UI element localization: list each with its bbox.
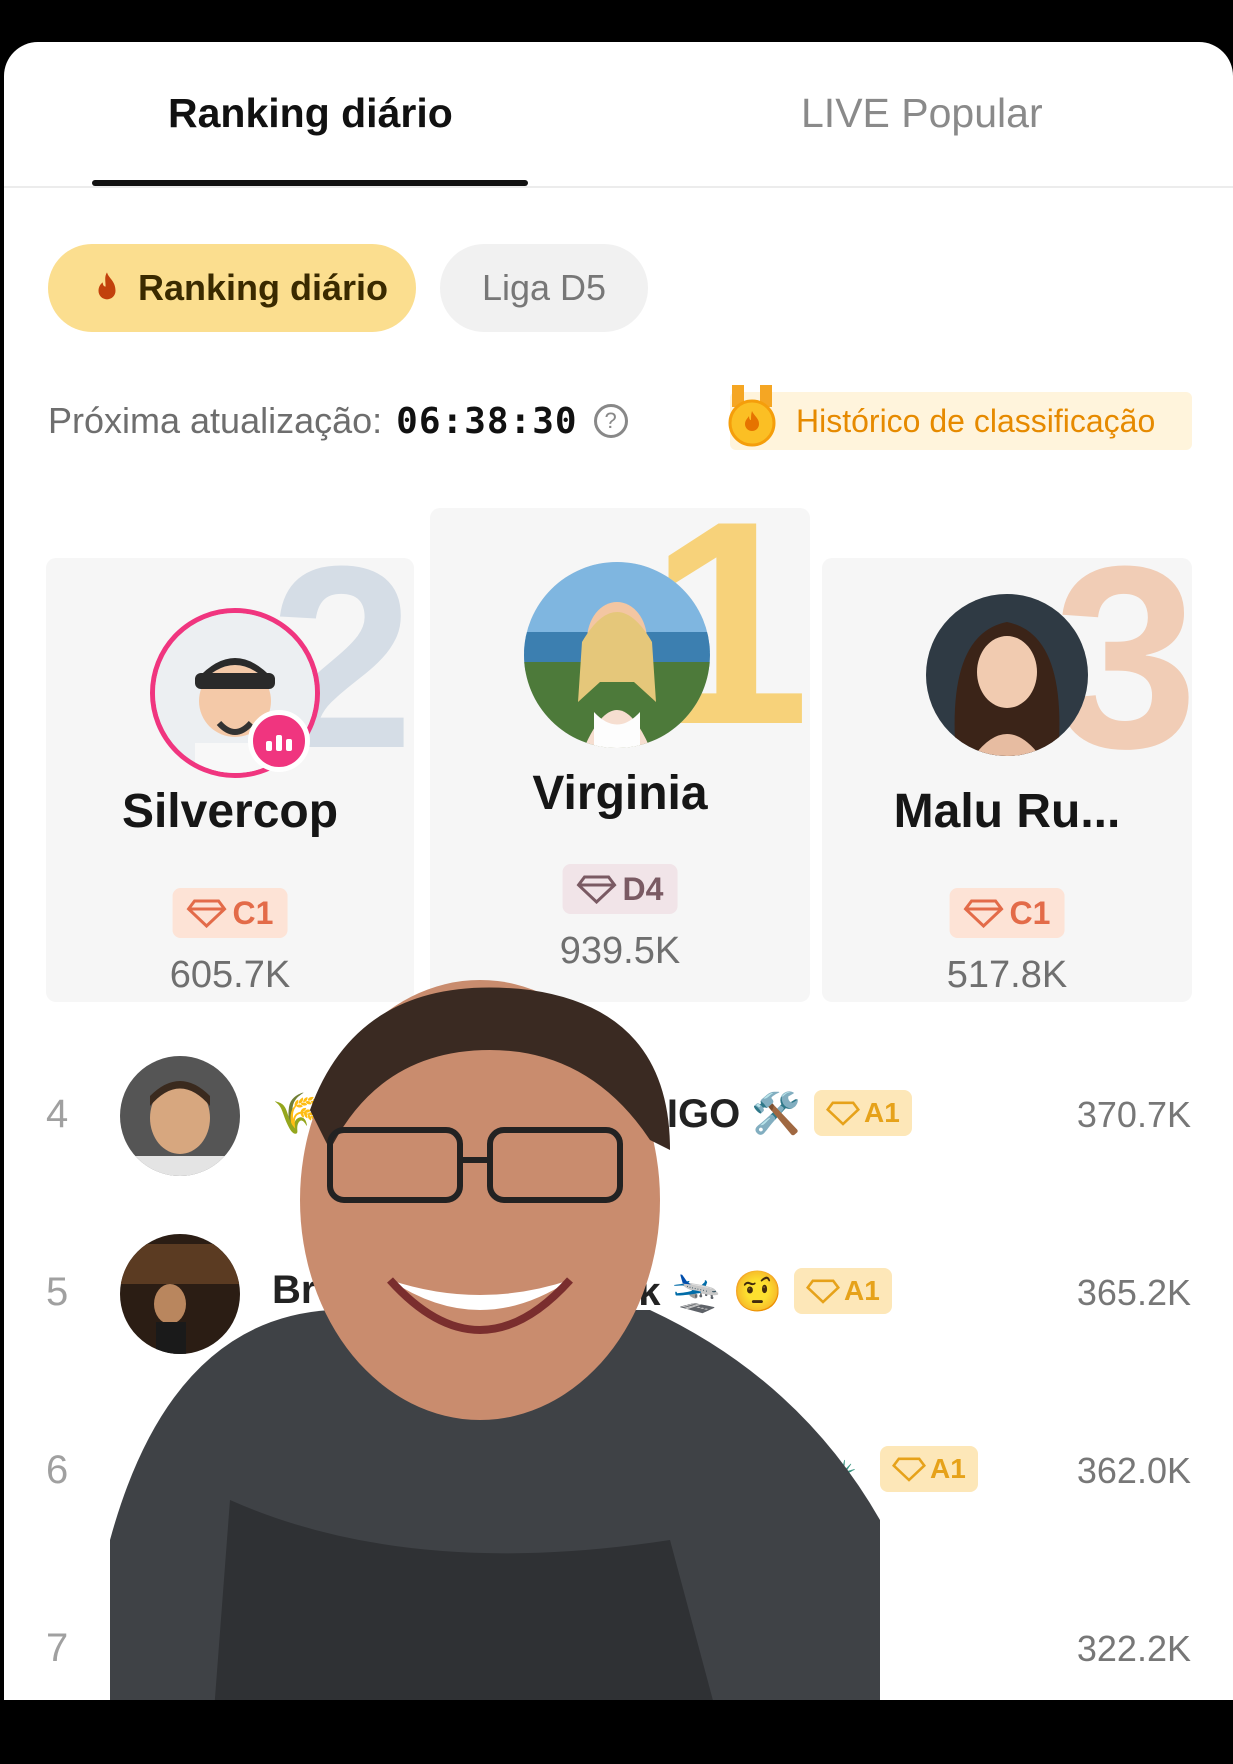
- podium-name[interactable]: Virginia: [430, 766, 810, 821]
- tab-ranking-diario[interactable]: Ranking diário: [168, 90, 453, 137]
- next-update: Próxima atualização: 06:38:30 ?: [48, 400, 628, 442]
- chip-ranking-diario[interactable]: Ranking diário: [48, 244, 416, 332]
- flame-icon: [98, 272, 116, 300]
- tab-bar: Ranking diário LIVE Popular: [4, 42, 1233, 188]
- diamond-icon: [576, 875, 617, 904]
- tier-label: A1: [930, 1453, 966, 1484]
- rank-number: 4: [46, 1092, 69, 1136]
- user-score: 322.2K: [1076, 1628, 1191, 1669]
- podium-card-3[interactable]: 3 Malu Ru... C1 517.8K: [822, 558, 1192, 1002]
- diamond-icon: [892, 1457, 926, 1482]
- podium-card-2[interactable]: 2 Silvercop C1 605.7K: [46, 558, 414, 1002]
- chip-liga-d5[interactable]: Liga D5: [440, 244, 648, 332]
- next-update-label: Próxima atualização:: [48, 400, 383, 441]
- help-icon[interactable]: ?: [593, 404, 628, 438]
- history-label: Histórico de classificação: [796, 402, 1156, 439]
- podium-card-1[interactable]: 1 Virginia D4 939.5K: [430, 508, 810, 1002]
- tier-label: C1: [232, 894, 274, 931]
- medal-icon: [728, 385, 776, 447]
- podium-name[interactable]: Silvercop: [46, 784, 414, 839]
- active-tab-indicator: [92, 180, 528, 186]
- tier-label: D4: [622, 870, 664, 907]
- user-score: 370.7K: [1076, 1094, 1191, 1135]
- chip-daily-label: Ranking diário: [138, 267, 389, 308]
- avatar-image: [524, 562, 710, 748]
- bottom-black-bar: [0, 1700, 1233, 1764]
- live-indicator-icon: [248, 710, 310, 772]
- avatar[interactable]: [926, 594, 1088, 756]
- overlay-person-image: [110, 980, 880, 1764]
- tier-badge: C1: [172, 888, 288, 938]
- avatar-image: [926, 594, 1088, 756]
- user-score: 362.0K: [1076, 1450, 1191, 1491]
- rank-number: 7: [46, 1626, 69, 1670]
- tab-live-popular[interactable]: LIVE Popular: [801, 90, 1043, 137]
- user-score: 365.2K: [1076, 1272, 1191, 1313]
- tier-badge: A1: [880, 1446, 978, 1492]
- history-button[interactable]: Histórico de classificação: [728, 385, 1192, 450]
- diamond-icon: [963, 899, 1004, 928]
- tier-badge: D4: [562, 864, 678, 914]
- rank-number: 6: [46, 1448, 69, 1492]
- tier-badge: C1: [949, 888, 1065, 938]
- rank-number: 5: [46, 1270, 69, 1314]
- tier-label: C1: [1009, 894, 1051, 931]
- podium-name[interactable]: Malu Ru...: [822, 784, 1192, 839]
- podium-score: 939.5K: [559, 930, 681, 972]
- diamond-icon: [186, 899, 227, 928]
- next-update-time: 06:38:30: [396, 400, 578, 442]
- avatar[interactable]: [524, 562, 710, 748]
